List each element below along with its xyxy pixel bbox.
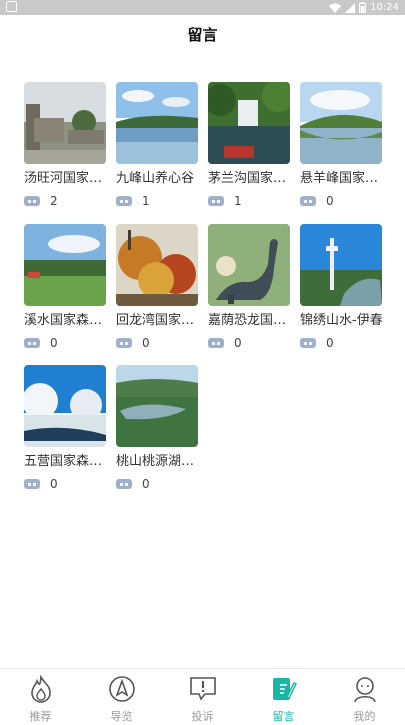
tab-mine[interactable]: 我的 bbox=[324, 669, 405, 725]
message-count-value: 0 bbox=[326, 336, 334, 350]
message-count: 0 bbox=[208, 336, 290, 350]
message-icon bbox=[116, 338, 132, 348]
scenic-thumbnail[interactable] bbox=[208, 224, 290, 306]
tab-guide[interactable]: 导览 bbox=[81, 669, 162, 725]
message-icon bbox=[300, 196, 316, 206]
message-count: 0 bbox=[24, 336, 106, 350]
complaint-icon bbox=[188, 674, 218, 704]
scenic-card[interactable]: 锦绣山水-伊春 0 bbox=[300, 224, 383, 350]
scenic-name: 溪水国家森林公园 bbox=[24, 313, 110, 328]
scenic-name: 嘉荫恐龙国家地质公园 bbox=[208, 313, 294, 328]
message-icon bbox=[24, 479, 40, 489]
tab-label: 导览 bbox=[110, 710, 133, 723]
status-time: 10:24 bbox=[370, 2, 399, 13]
scenic-name: 悬羊峰国家森林公园 bbox=[300, 171, 386, 186]
message-count: 1 bbox=[116, 194, 198, 208]
wifi-icon bbox=[329, 3, 342, 13]
scenic-thumbnail[interactable] bbox=[24, 82, 106, 164]
scenic-thumbnail[interactable] bbox=[24, 365, 106, 447]
page-title: 留言 bbox=[187, 25, 218, 44]
message-count-value: 2 bbox=[50, 194, 58, 208]
scenic-card[interactable]: 桃山桃源湖景区 0 bbox=[116, 365, 202, 491]
scenic-name: 汤旺河国家森林公园 bbox=[24, 171, 110, 186]
message-count-value: 0 bbox=[326, 194, 334, 208]
title-bar: 留言 bbox=[0, 15, 405, 53]
message-count-value: 0 bbox=[234, 336, 242, 350]
scenic-name: 桃山桃源湖景区 bbox=[116, 454, 202, 469]
message-count-value: 0 bbox=[50, 477, 58, 491]
message-icon bbox=[208, 196, 224, 206]
message-count-value: 0 bbox=[142, 336, 150, 350]
message-count-value: 0 bbox=[50, 336, 58, 350]
notification-icon bbox=[6, 1, 17, 12]
tab-complaint[interactable]: 投诉 bbox=[162, 669, 243, 725]
scenic-card[interactable]: 汤旺河国家森林公园 2 bbox=[24, 82, 110, 208]
message-count: 0 bbox=[116, 336, 198, 350]
message-icon bbox=[24, 196, 40, 206]
message-icon bbox=[300, 338, 316, 348]
message-count-value: 1 bbox=[234, 194, 242, 208]
message-board-icon bbox=[269, 674, 299, 704]
scenic-card[interactable]: 溪水国家森林公园 0 bbox=[24, 224, 110, 350]
message-icon bbox=[24, 338, 40, 348]
scenic-name: 五营国家森林公园 bbox=[24, 454, 110, 469]
compass-icon bbox=[107, 674, 137, 704]
message-count: 1 bbox=[208, 194, 290, 208]
message-count: 0 bbox=[300, 194, 382, 208]
scenic-thumbnail[interactable] bbox=[116, 224, 198, 306]
tab-label: 推荐 bbox=[29, 710, 52, 723]
tab-recommend[interactable]: 推荐 bbox=[0, 669, 81, 725]
scenic-thumbnail[interactable] bbox=[116, 82, 198, 164]
scenic-thumbnail[interactable] bbox=[116, 365, 198, 447]
message-icon bbox=[116, 479, 132, 489]
message-icon bbox=[208, 338, 224, 348]
scenic-name: 九峰山养心谷 bbox=[116, 171, 195, 186]
scenic-card[interactable]: 五营国家森林公园 0 bbox=[24, 365, 110, 491]
status-bar: 10:24 bbox=[0, 0, 405, 15]
scenic-name: 茅兰沟国家森林公园 bbox=[208, 171, 294, 186]
message-count-value: 1 bbox=[142, 194, 150, 208]
bottom-tab-bar: 推荐 导览 投诉 留言 我的 bbox=[0, 668, 405, 725]
scenic-thumbnail[interactable] bbox=[300, 224, 382, 306]
tab-label: 我的 bbox=[353, 710, 376, 723]
scenic-thumbnail[interactable] bbox=[24, 224, 106, 306]
message-count: 0 bbox=[116, 477, 198, 491]
person-icon bbox=[350, 674, 380, 704]
message-count: 0 bbox=[24, 477, 106, 491]
scenic-thumbnail[interactable] bbox=[300, 82, 382, 164]
message-icon bbox=[116, 196, 132, 206]
flame-icon bbox=[26, 674, 56, 704]
scenic-card[interactable]: 茅兰沟国家森林公园 1 bbox=[208, 82, 294, 208]
message-count-value: 0 bbox=[142, 477, 150, 491]
tab-label: 留言 bbox=[272, 710, 295, 723]
message-count: 0 bbox=[300, 336, 382, 350]
scenic-card[interactable]: 嘉荫恐龙国家地质公园 0 bbox=[208, 224, 294, 350]
signal-icon bbox=[345, 2, 356, 13]
tab-label: 投诉 bbox=[191, 710, 214, 723]
tab-message[interactable]: 留言 bbox=[243, 669, 324, 725]
scenic-card[interactable]: 悬羊峰国家森林公园 0 bbox=[300, 82, 386, 208]
scenic-card[interactable]: 回龙湾国家森林公园 0 bbox=[116, 224, 202, 350]
scenic-thumbnail[interactable] bbox=[208, 82, 290, 164]
battery-icon bbox=[359, 2, 367, 13]
scenic-card[interactable]: 九峰山养心谷 1 bbox=[116, 82, 198, 208]
message-count: 2 bbox=[24, 194, 106, 208]
scenic-name: 回龙湾国家森林公园 bbox=[116, 313, 202, 328]
scenic-name: 锦绣山水-伊春 bbox=[300, 313, 383, 328]
